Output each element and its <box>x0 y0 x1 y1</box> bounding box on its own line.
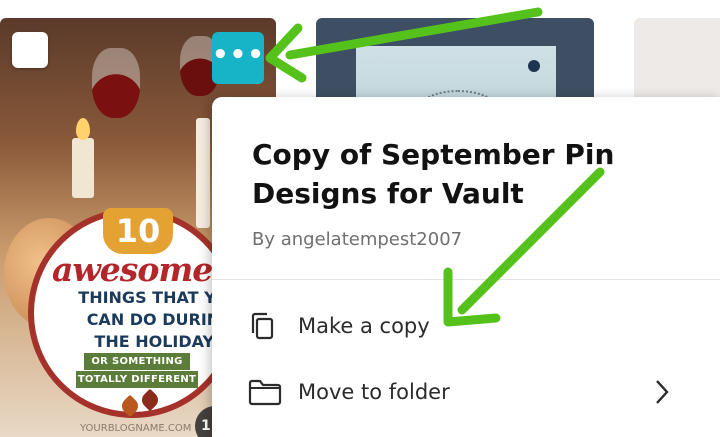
subtitle-pill: OR SOMETHING <box>84 353 190 370</box>
make-copy-label: Make a copy <box>298 314 430 338</box>
number-badge: 10 <box>103 208 173 254</box>
make-copy-menu-item[interactable]: Make a copy <box>212 295 720 357</box>
flame-image <box>76 118 90 140</box>
design-title: Copy of September Pin Designs for Vault <box>252 138 615 210</box>
candle-image <box>72 138 94 198</box>
design-author: By angelatempest2007 <box>252 229 463 250</box>
menu-divider <box>212 279 720 280</box>
wine-glass-image <box>92 48 140 118</box>
candle-image <box>196 118 210 228</box>
pin-icon <box>528 60 540 72</box>
subtitle-pill: TOTALLY DIFFERENT <box>76 371 198 388</box>
move-to-folder-label: Move to folder <box>298 380 450 404</box>
move-to-folder-menu-item[interactable]: Move to folder <box>212 361 720 423</box>
more-horizontal-icon: ••• <box>212 40 265 70</box>
design-options-menu: Copy of September Pin Designs for Vault … <box>212 97 720 437</box>
more-options-button[interactable]: ••• <box>212 32 264 84</box>
select-checkbox[interactable] <box>12 32 48 68</box>
folder-icon <box>248 377 282 411</box>
chevron-right-icon <box>652 377 672 411</box>
copy-icon <box>248 311 278 345</box>
